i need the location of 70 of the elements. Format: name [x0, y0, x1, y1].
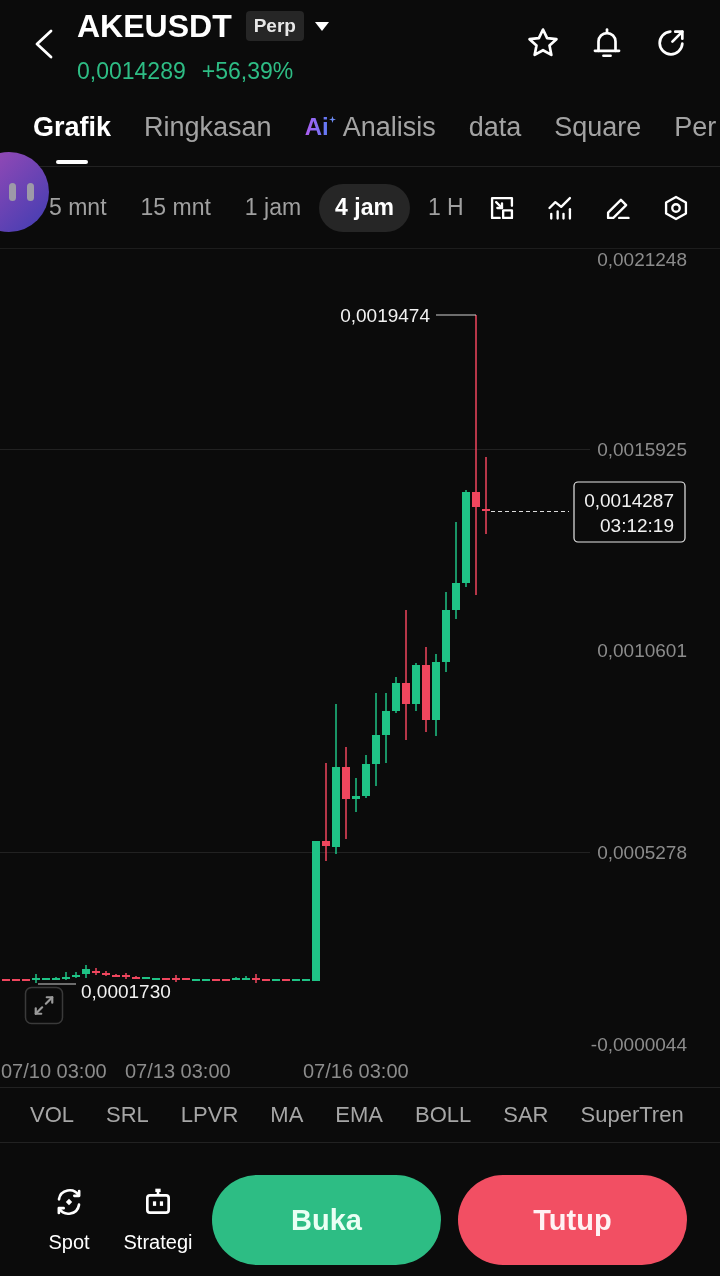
indicator-tab[interactable]: SRL — [106, 1102, 149, 1128]
tab[interactable]: Per — [674, 92, 717, 166]
rising-candlestick — [352, 777, 360, 813]
low-price-label: 0,0001730 — [81, 981, 171, 1002]
price-axis-label: -0,0000044 — [590, 1034, 687, 1055]
interval-tab[interactable]: 15 mnt — [124, 183, 227, 232]
falling-candlestick — [162, 977, 170, 981]
falling-candlestick — [102, 970, 110, 977]
interval-tab[interactable]: 1 H — [411, 183, 480, 232]
settings-icon[interactable] — [662, 193, 690, 222]
indicator-tab[interactable]: EMA — [335, 1102, 383, 1128]
falling-candlestick — [252, 973, 260, 984]
contract-type-tag: Perp — [245, 11, 304, 41]
indicator-tab[interactable]: VOL — [30, 1102, 75, 1128]
rising-candlestick — [272, 978, 280, 982]
caret-icon[interactable] — [314, 21, 329, 31]
interval-tab[interactable]: 4 jam — [319, 183, 410, 232]
rising-candlestick — [72, 971, 80, 979]
rising-candlestick — [362, 754, 370, 799]
leader-line — [37, 983, 77, 985]
tab[interactable]: Square — [554, 92, 642, 166]
countdown-label: 03:12:19 — [600, 514, 674, 536]
expand-icon — [35, 997, 53, 1014]
falling-candlestick — [92, 967, 100, 976]
current-price-label: 0,0014287 — [584, 489, 674, 511]
leader-line — [435, 314, 477, 316]
rising-candlestick — [52, 976, 60, 981]
tab[interactable]: Ringkasan — [144, 92, 272, 166]
falling-candlestick — [262, 978, 270, 982]
tab-indicator — [56, 160, 88, 164]
indicator-tab[interactable]: SuperTren — [580, 1102, 684, 1128]
high-price-label: 0,0019474 — [340, 305, 430, 326]
bot-shortcut-button[interactable]: Strategi — [123, 1186, 193, 1254]
tab[interactable]: Grafik — [33, 92, 112, 166]
falling-candlestick — [172, 974, 180, 983]
last-price: 0,0014289 — [77, 58, 186, 84]
tab[interactable]: Ai Analisis — [304, 92, 436, 166]
indicator-tab[interactable]: BOLL — [415, 1102, 472, 1128]
price-axis-label: 0,0015925 — [597, 439, 687, 460]
falling-candlestick — [112, 973, 120, 978]
spot-shortcut-button[interactable]: Spot — [34, 1186, 104, 1254]
time-axis-label: 07/10 03:00 — [1, 1060, 107, 1082]
tab[interactable]: data — [468, 92, 522, 166]
falling-candlestick — [132, 975, 140, 980]
price-axis-label: 0,0010601 — [597, 640, 687, 661]
pair-title: AKEUSDT — [77, 7, 232, 45]
fullscreen-button[interactable] — [24, 986, 64, 1025]
rising-candlestick — [32, 973, 40, 984]
rising-candlestick — [382, 692, 390, 764]
falling-candlestick — [122, 972, 130, 980]
price-axis-label: 0,0021248 — [597, 249, 687, 270]
interval-tab[interactable]: 1 jam — [228, 183, 318, 232]
falling-candlestick — [182, 977, 190, 981]
rising-candlestick — [392, 676, 400, 714]
rising-candlestick — [242, 975, 250, 981]
indicator-tab[interactable]: LPVR — [180, 1102, 239, 1128]
back-icon[interactable] — [34, 29, 54, 59]
price-axis-label: 0,0005278 — [597, 842, 687, 863]
time-axis-label: 07/13 03:00 — [125, 1060, 231, 1082]
falling-candlestick — [282, 978, 290, 982]
rising-candlestick — [62, 971, 70, 981]
indicator-tab[interactable]: MA — [270, 1102, 304, 1128]
interval-tab[interactable]: 5 mnt — [49, 183, 123, 232]
rising-candlestick — [412, 662, 420, 712]
rising-candlestick — [232, 976, 240, 981]
time-axis-label: 07/16 03:00 — [303, 1060, 409, 1082]
rising-candlestick — [42, 977, 50, 981]
price-change: +56,39% — [201, 58, 294, 84]
indicator-tab[interactable]: SAR — [503, 1102, 549, 1128]
rising-candlestick — [82, 964, 90, 979]
